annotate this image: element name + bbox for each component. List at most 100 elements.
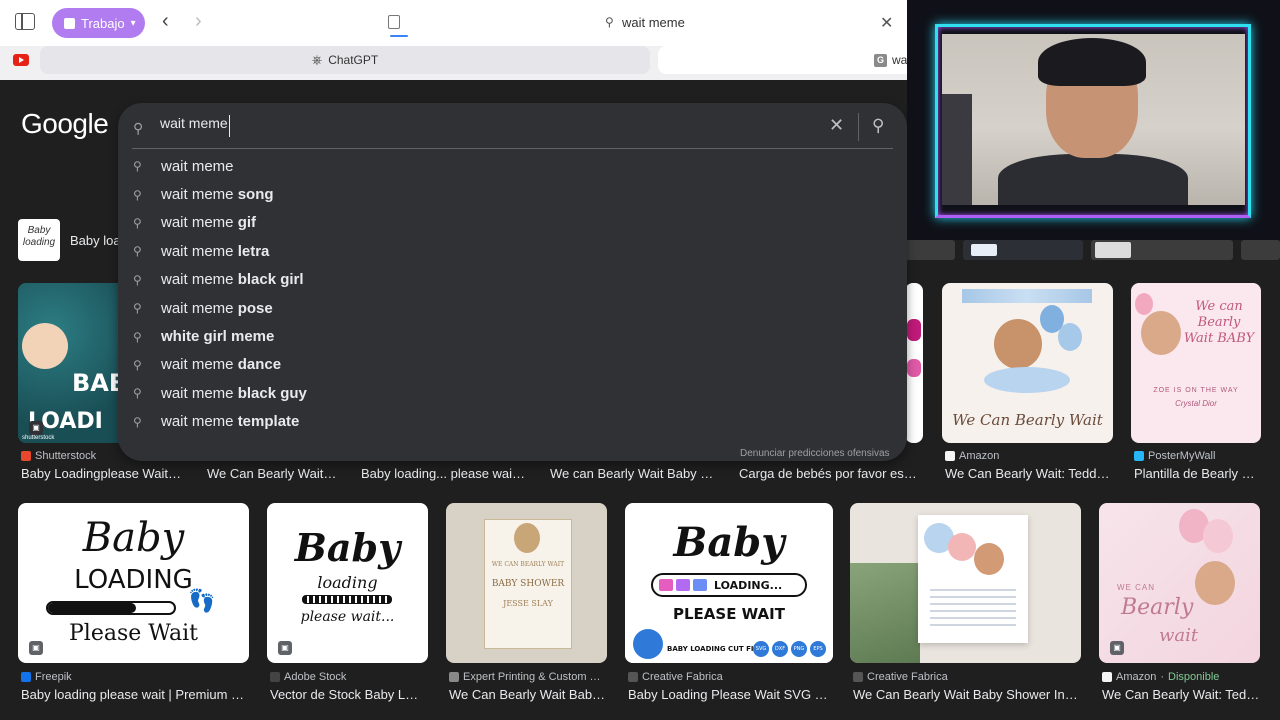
search-input[interactable]: wait meme <box>160 115 230 137</box>
search-icon: ⚲ <box>133 357 142 372</box>
page-icon[interactable] <box>388 15 400 29</box>
result-source[interactable]: Amazon · Disponible <box>1102 671 1219 683</box>
sidebar-toggle-icon[interactable] <box>15 13 35 30</box>
result-title[interactable]: We Can Bearly Wait: Tedd… <box>945 466 1113 481</box>
result-source[interactable]: Shutterstock <box>21 450 96 462</box>
result-source[interactable]: Adobe Stock <box>270 671 346 683</box>
result-source[interactable]: Freepik <box>21 671 72 683</box>
result-title[interactable]: We Can Bearly Wait Baby Shower In… <box>853 687 1081 702</box>
balloon-icon <box>948 533 976 561</box>
tab-label: ChatGPT <box>328 53 379 67</box>
image-result-thumbnail[interactable]: BAB LOADI ▣ shutterstock <box>18 283 130 443</box>
image-result-thumbnail[interactable] <box>905 283 923 443</box>
search-icon: ⚲ <box>133 386 142 401</box>
suggestion-item[interactable]: ⚲ wait meme letra <box>118 237 907 265</box>
thumbnail-graphic <box>907 359 921 377</box>
youtube-icon[interactable] <box>13 54 29 66</box>
report-predictions-link[interactable]: Denunciar predicciones ofensivas <box>740 448 890 459</box>
related-chip-label[interactable]: Baby loa <box>70 233 121 248</box>
image-result-thumbnail[interactable]: Baby loading please wait... ▣ <box>267 503 428 663</box>
result-source[interactable]: Creative Fabrica <box>628 671 723 683</box>
loading-segment <box>693 579 707 591</box>
thumbnail-graphic <box>907 319 921 341</box>
suggestion-item[interactable]: ⚲ wait meme template <box>118 408 907 436</box>
divider <box>858 113 859 141</box>
thumbnail-text: wait <box>1159 625 1199 646</box>
image-result-thumbnail[interactable]: Baby LOADING... PLEASE WAIT BABY LOADING… <box>625 503 833 663</box>
suggestion-item[interactable]: ⚲ wait meme gif <box>118 209 907 237</box>
image-result-thumbnail[interactable]: We Can Bearly Wait <box>942 283 1113 443</box>
thumbnail-text: We Can Bearly Wait <box>952 411 1103 429</box>
google-logo[interactable]: Google <box>21 108 109 140</box>
suggestion-item[interactable]: ⚲ wait meme song <box>118 180 907 208</box>
address-bar[interactable]: wait meme <box>622 15 685 30</box>
browser-toolbar: Trabajo ▾ ‹ › ⚲ wait meme ✕ <box>0 0 907 46</box>
image-result-thumbnail[interactable]: WE CAN Bearly wait ▣ <box>1099 503 1260 663</box>
tab-label: wa <box>892 53 908 67</box>
thumbnail-text: WE CAN <box>1117 583 1155 592</box>
suggestion-list: ⚲ wait meme ⚲ wait meme song ⚲ wait meme gi… <box>118 152 907 436</box>
result-title[interactable]: Baby Loadingplease Wait… <box>21 466 186 481</box>
result-title[interactable]: We Can Bearly Wait… <box>207 466 347 481</box>
result-title[interactable]: We Can Bearly Wait Bab… <box>449 687 609 702</box>
format-badge: PNG <box>791 641 807 657</box>
result-title[interactable]: Baby Loading Please Wait SVG … <box>628 687 833 702</box>
result-source[interactable]: Expert Printing & Custom … <box>449 671 601 683</box>
watermark: shutterstock <box>22 435 55 441</box>
shutterstock-icon <box>21 451 31 461</box>
format-badge: EPS <box>810 641 826 657</box>
tab-chatgpt[interactable]: ⎈ ChatGPT <box>40 46 650 74</box>
forward-button[interactable]: › <box>195 11 202 31</box>
result-title[interactable]: Carga de bebés por favor es… <box>739 466 921 481</box>
teddy-bear-icon <box>1141 311 1181 355</box>
image-result-thumbnail[interactable]: Baby LOADING 👣 Please Wait ▣ <box>18 503 249 663</box>
result-title[interactable]: We can Bearly Wait Baby … <box>550 466 718 481</box>
chatgpt-icon: ⎈ <box>311 52 323 67</box>
banner-text: BABY LOADING CUT FILE <box>667 645 763 653</box>
search-icon: ⚲ <box>133 120 144 136</box>
clear-icon[interactable]: ✕ <box>829 115 844 136</box>
creative-fabrica-icon <box>853 672 863 682</box>
suggestion-item[interactable]: ⚲ wait meme black guy <box>118 379 907 407</box>
result-source[interactable]: Creative Fabrica <box>853 671 948 683</box>
briefcase-icon <box>64 17 75 29</box>
result-title[interactable]: Baby loading... please wai… <box>361 466 531 481</box>
suggestion-item[interactable]: ⚲ wait meme black girl <box>118 266 907 294</box>
back-button[interactable]: ‹ <box>162 11 169 31</box>
profile-label: Trabajo <box>81 15 125 31</box>
search-icon: ⚲ <box>133 329 142 344</box>
result-source[interactable]: Amazon <box>945 450 999 462</box>
related-chip[interactable] <box>963 240 1083 260</box>
suggestion-item[interactable]: ⚲ wait meme dance <box>118 351 907 379</box>
related-chip[interactable] <box>1241 240 1280 260</box>
chevron-down-icon: ▾ <box>130 17 136 29</box>
profile-switcher-button[interactable]: Trabajo ▾ <box>52 8 145 38</box>
tab-google-search[interactable]: G wa <box>658 46 918 74</box>
image-result-thumbnail[interactable]: We can Bearly Wait BABY ZOE IS ON THE WA… <box>1131 283 1261 443</box>
flowers-icon <box>984 367 1070 393</box>
suggestion-item[interactable]: ⚲ wait meme pose <box>118 294 907 322</box>
search-icon: ⚲ <box>605 15 614 29</box>
result-source[interactable]: PosterMyWall <box>1134 450 1215 462</box>
suggestion-item[interactable]: ⚲ wait meme <box>118 152 907 180</box>
result-title[interactable]: Baby loading please wait | Premium … <box>21 687 249 702</box>
related-chip[interactable] <box>1091 240 1233 260</box>
related-chip-thumbnail[interactable]: Baby loading <box>18 219 60 261</box>
result-title[interactable]: We Can Bearly Wait: Ted… <box>1102 687 1262 702</box>
webcam-video <box>942 34 1245 205</box>
suggestion-item[interactable]: ⚲ white girl meme <box>118 322 907 350</box>
close-icon[interactable]: ✕ <box>880 13 893 33</box>
search-icon: ⚲ <box>133 244 142 259</box>
baby-face-icon <box>22 323 68 369</box>
teddy-bear-icon <box>994 319 1042 369</box>
divider <box>132 148 893 149</box>
image-result-thumbnail[interactable] <box>850 503 1081 663</box>
lens-icon: ▣ <box>29 421 43 435</box>
image-result-thumbnail[interactable]: WE CAN BEARLY WAIT BABY SHOWER JESSE SLA… <box>446 503 607 663</box>
search-submit-icon[interactable]: ⚲ <box>872 116 884 136</box>
person-hair <box>1038 38 1146 86</box>
result-title[interactable]: Vector de Stock Baby L… <box>270 687 430 702</box>
related-chip[interactable] <box>905 240 955 260</box>
result-title[interactable]: Plantilla de Bearly … <box>1134 466 1264 481</box>
lens-icon: ▣ <box>1110 641 1124 655</box>
